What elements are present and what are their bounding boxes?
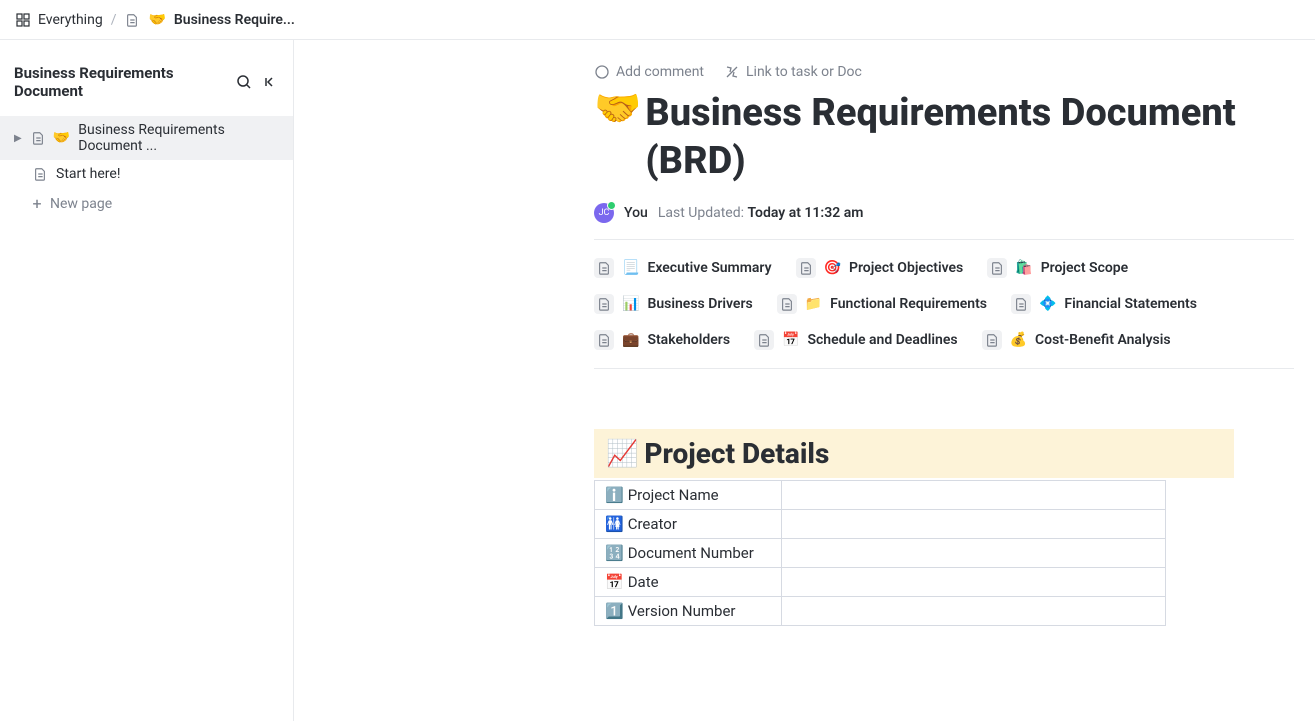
avatar[interactable]: JC	[594, 203, 614, 223]
page-title[interactable]: 🤝 Business Requirements Document (BRD)	[594, 90, 1294, 185]
breadcrumb-root[interactable]: Everything	[38, 12, 103, 28]
sidebar-item[interactable]: ▶🤝Business Requirements Document ...	[0, 116, 293, 160]
project-details-heading: 📈 Project Details	[594, 429, 1234, 478]
section-link-label: Project Objectives	[849, 260, 963, 276]
section-link[interactable]: 🛍️Project Scope	[987, 258, 1128, 278]
breadcrumb-emoji: 🤝	[148, 12, 165, 28]
collapse-icon[interactable]	[261, 73, 279, 91]
link-task-button[interactable]: Link to task or Doc	[724, 64, 862, 80]
doc-icon	[796, 258, 816, 278]
table-row: 1️⃣Version Number	[595, 597, 1166, 626]
section-link[interactable]: 💼Stakeholders	[594, 330, 730, 350]
doc-icon	[594, 258, 614, 278]
section-link[interactable]: 🎯Project Objectives	[796, 258, 964, 278]
doc-icon	[594, 330, 614, 350]
table-cell-value[interactable]	[782, 568, 1166, 597]
chevron-right-icon: ▶	[14, 133, 23, 144]
section-links: 📃Executive Summary 🎯Project Objectives 🛍️P…	[594, 240, 1294, 369]
section-link[interactable]: 💠Financial Statements	[1011, 294, 1197, 314]
doc-icon	[982, 330, 1002, 350]
sidebar-item-label: Start here!	[56, 166, 120, 182]
section-link[interactable]: 💰Cost-Benefit Analysis	[982, 330, 1171, 350]
section-link[interactable]: 📅Schedule and Deadlines	[754, 330, 958, 350]
doc-icon	[777, 294, 797, 314]
breadcrumb: Everything / 🤝 Business Require...	[0, 0, 1315, 40]
section-link-label: Executive Summary	[647, 260, 771, 276]
sidebar-title: Business Requirements Document	[14, 64, 227, 100]
section-link-label: Project Scope	[1041, 260, 1129, 276]
author-label: You	[624, 205, 648, 221]
section-link[interactable]: 📁Functional Requirements	[777, 294, 987, 314]
last-updated: Last Updated: Today at 11:32 am	[658, 205, 864, 221]
section-link-label: Functional Requirements	[830, 296, 987, 312]
project-details-table: ℹ️Project Name🚻Creator🔢Document Number📅D…	[594, 480, 1166, 626]
table-cell-value[interactable]	[782, 481, 1166, 510]
doc-icon	[124, 12, 140, 28]
plus-icon: +	[32, 194, 42, 213]
add-comment-button[interactable]: Add comment	[594, 64, 704, 80]
table-row: ℹ️Project Name	[595, 481, 1166, 510]
section-link-label: Cost-Benefit Analysis	[1035, 332, 1171, 348]
content-area: Add comment Link to task or Doc 🤝 Busine…	[294, 40, 1315, 721]
doc-meta: JC You Last Updated: Today at 11:32 am	[594, 203, 1294, 240]
title-emoji: 🤝	[594, 86, 641, 134]
search-icon[interactable]	[235, 73, 253, 91]
doc-icon	[1011, 294, 1031, 314]
section-link-label: Schedule and Deadlines	[807, 332, 957, 348]
section-link-label: Business Drivers	[647, 296, 752, 312]
doc-icon	[987, 258, 1007, 278]
section-link-label: Financial Statements	[1064, 296, 1197, 312]
apps-grid-icon[interactable]	[16, 13, 30, 27]
section-link-label: Stakeholders	[647, 332, 730, 348]
doc-icon	[594, 294, 614, 314]
table-cell-value[interactable]	[782, 510, 1166, 539]
doc-icon	[32, 166, 48, 182]
sidebar-item[interactable]: Start here!	[0, 160, 293, 188]
sidebar: Business Requirements Document ▶🤝Busines…	[0, 40, 294, 721]
table-row: 📅Date	[595, 568, 1166, 597]
section-link[interactable]: 📊Business Drivers	[594, 294, 753, 314]
table-row: 🚻Creator	[595, 510, 1166, 539]
breadcrumb-current[interactable]: Business Require...	[174, 12, 295, 28]
doc-icon	[31, 130, 45, 146]
doc-icon	[754, 330, 774, 350]
table-cell-value[interactable]	[782, 597, 1166, 626]
table-row: 🔢Document Number	[595, 539, 1166, 568]
section-link[interactable]: 📃Executive Summary	[594, 258, 772, 278]
new-page-button[interactable]: + New page	[0, 188, 293, 219]
table-cell-value[interactable]	[782, 539, 1166, 568]
sidebar-item-label: Business Requirements Document ...	[78, 122, 279, 154]
